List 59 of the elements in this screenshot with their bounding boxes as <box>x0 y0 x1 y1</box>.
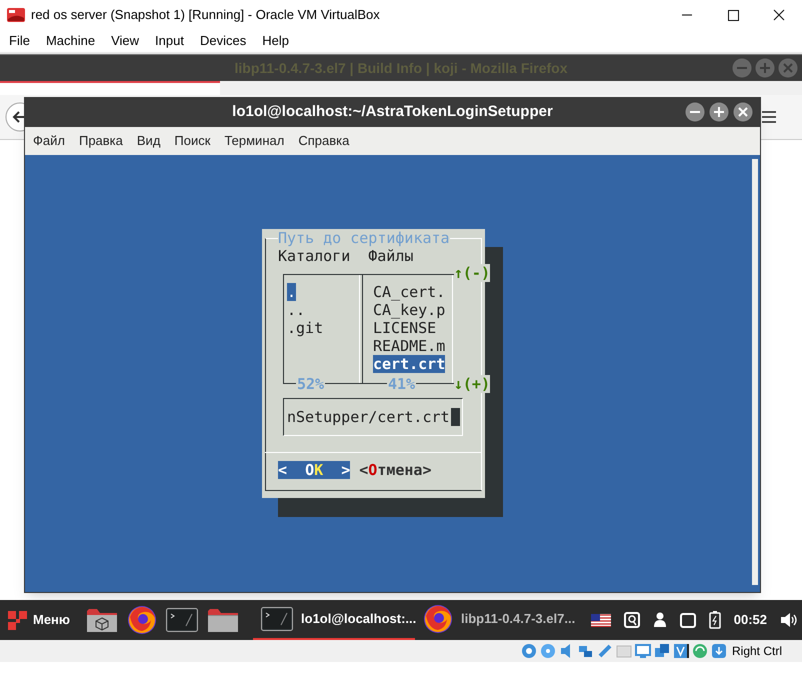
display-icon[interactable] <box>634 643 651 659</box>
menu-item[interactable]: Файл <box>26 131 72 151</box>
path-input[interactable]: nSetupper/cert.crt <box>283 398 463 436</box>
taskbar-task[interactable]: libp11-0.4.7-3.el7... <box>415 600 578 640</box>
virtual-machine-icon <box>7 7 25 23</box>
folder-cube-icon[interactable] <box>86 607 118 633</box>
battery-icon[interactable] <box>708 611 721 629</box>
window-title: red os server (Snapshot 1) [Running] - Oracle VM VirtualBox <box>31 6 380 24</box>
listing-entry[interactable]: cert.crt <box>373 355 446 373</box>
menu-item[interactable]: Devices <box>192 31 254 51</box>
window-icon[interactable] <box>680 612 696 628</box>
menu-item[interactable]: Поиск <box>167 131 218 151</box>
listing-entry[interactable]: LICENSE <box>373 319 436 337</box>
host-key-label: Right Ctrl <box>732 643 782 660</box>
menu-item[interactable]: File <box>1 31 38 51</box>
user-icon[interactable] <box>652 612 667 628</box>
column-header: Файлы <box>368 247 414 265</box>
dialog-button[interactable]: < OK > <box>278 461 350 479</box>
menu-icon[interactable] <box>762 111 776 123</box>
dialog-button[interactable]: <Отмена> <box>359 461 432 479</box>
listing-entry[interactable]: README.m <box>373 337 446 355</box>
video-icon[interactable] <box>672 643 689 659</box>
listing-entry[interactable]: . <box>287 283 296 301</box>
screenshot-icon[interactable] <box>624 612 640 628</box>
listing-entry[interactable]: .git <box>287 319 324 337</box>
menu-item[interactable]: Справка <box>291 131 356 151</box>
hard-disk-icon[interactable] <box>520 643 537 659</box>
menu-item[interactable]: Терминал <box>217 131 292 151</box>
listing-entry[interactable]: CA_key.p <box>373 301 446 319</box>
scrollbar[interactable] <box>752 159 758 585</box>
menu-item[interactable]: Правка <box>72 131 130 151</box>
start-menu-button[interactable]: Меню <box>0 600 76 640</box>
arrow-down-icon[interactable] <box>710 643 727 659</box>
minimize-icon[interactable] <box>685 102 705 122</box>
firefox-icon <box>423 604 454 634</box>
window-title: lo1ol@localhost:~/AstraTokenLoginSetupper <box>232 102 553 122</box>
windows-icon[interactable] <box>654 643 670 659</box>
firefox-icon[interactable] <box>127 605 158 635</box>
clock: 00:52 <box>734 611 767 630</box>
menu-item[interactable]: Machine <box>38 31 104 51</box>
menu-item[interactable]: Input <box>147 31 192 51</box>
close-icon[interactable] <box>733 102 753 122</box>
menu-item[interactable]: View <box>103 31 148 51</box>
listing-entry[interactable]: CA_cert. <box>373 283 446 301</box>
back-icon[interactable] <box>5 102 24 132</box>
blocks-icon <box>8 610 27 630</box>
flag-icon[interactable] <box>590 614 611 626</box>
menu-item[interactable]: Вид <box>130 131 168 151</box>
network-icon[interactable] <box>578 643 594 659</box>
menu-item[interactable]: Help <box>254 31 297 51</box>
listing-entry[interactable]: .. <box>287 301 306 319</box>
dialog-title: Путь до сертификата <box>278 229 450 247</box>
volume-icon[interactable] <box>780 612 798 628</box>
terminal-icon[interactable] <box>166 608 198 632</box>
text-cursor <box>450 408 460 426</box>
terminal-icon <box>261 607 294 631</box>
maximize-icon[interactable] <box>709 102 729 122</box>
browser-tab[interactable] <box>0 81 220 95</box>
column-header: Каталоги <box>278 247 350 265</box>
